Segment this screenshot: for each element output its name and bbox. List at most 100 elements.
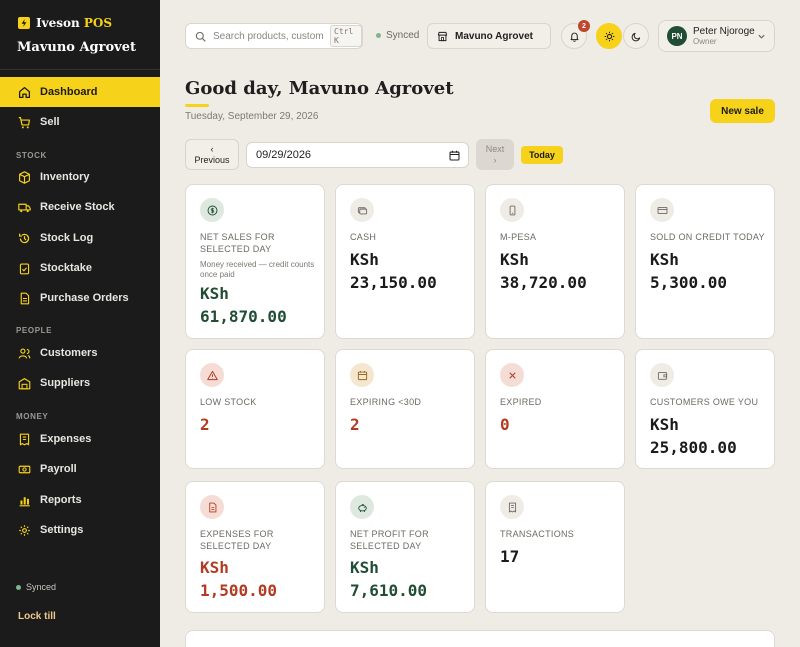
clipboard-check-icon (19, 262, 30, 274)
sidebar-item-suppliers[interactable]: Suppliers (0, 368, 160, 398)
avatar: PN (667, 26, 687, 46)
today-button[interactable]: Today (521, 146, 563, 164)
sidebar-item-receive-stock[interactable]: Receive Stock (0, 192, 160, 222)
sidebar-item-label: Dashboard (40, 86, 98, 98)
card-label: EXPENSES FOR SELECTED DAY (200, 529, 274, 551)
store-selector-label: Mavuno Agrovet (455, 30, 533, 42)
search-input[interactable] (213, 30, 323, 42)
sidebar-item-dashboard[interactable]: Dashboard (0, 77, 160, 107)
cash-icon (350, 198, 374, 222)
document-icon (20, 292, 30, 304)
gear-icon (19, 524, 30, 536)
lock-till-button[interactable]: Lock till (18, 611, 56, 622)
topbar-sync-status: Synced (376, 30, 419, 41)
sidebar: Iveson POS Mavuno Agrovet Dashboard Sell… (0, 0, 160, 647)
sidebar-sync-label: Synced (26, 582, 57, 592)
next-day-label: Next (485, 143, 505, 154)
card-amount: 61,870.00 (200, 307, 287, 326)
card-amount: 25,800.00 (650, 438, 737, 457)
receipt-icon (19, 433, 30, 445)
section-stock: STOCK (16, 151, 47, 160)
expenses-card: EXPENSES FOR SELECTED DAY KSh 1,500.00 (185, 481, 325, 613)
sidebar-item-inventory[interactable]: Inventory (0, 162, 160, 192)
search-shortcut-hint: Ctrl K (330, 25, 362, 47)
notification-badge: 2 (578, 20, 590, 32)
sidebar-item-label: Stocktake (40, 262, 92, 274)
expiring-card: EXPIRING <30D 2 (335, 349, 475, 469)
dark-theme-button[interactable] (623, 23, 649, 49)
card-currency: KSh (650, 415, 679, 434)
user-menu[interactable]: PN Peter Njoroge Owner (658, 20, 775, 52)
sidebar-sync-status: Synced (16, 582, 56, 592)
card-currency: KSh (200, 558, 229, 577)
sidebar-item-stocktake[interactable]: Stocktake (0, 253, 160, 283)
sun-icon (604, 31, 614, 41)
sidebar-item-label: Sell (40, 116, 60, 128)
card-label: TRANSACTIONS (500, 529, 575, 539)
wallet-icon (650, 363, 674, 387)
phone-icon (500, 198, 524, 222)
card-currency: KSh (350, 558, 379, 577)
card-currency: KSh (500, 250, 529, 269)
sidebar-item-payroll[interactable]: Payroll (0, 454, 160, 484)
net-sales-card: NET SALES FOR SELECTED DAY Money receive… (185, 184, 325, 339)
sidebar-item-purchase-orders[interactable]: Purchase Orders (0, 283, 160, 313)
date-value: 09/29/2026 (256, 149, 312, 161)
sidebar-item-reports[interactable]: Reports (0, 485, 160, 515)
card-currency: KSh (650, 250, 679, 269)
previous-day-button[interactable]: ‹ Previous (185, 139, 239, 170)
sidebar-divider (0, 69, 160, 70)
light-theme-button[interactable] (596, 23, 622, 49)
date-picker[interactable]: 09/29/2026 (246, 142, 469, 168)
card-amount: 23,150.00 (350, 273, 437, 292)
banknote-icon (18, 465, 31, 473)
user-name: Peter Njoroge (693, 26, 755, 37)
card-label: EXPIRED (500, 397, 542, 407)
sidebar-item-label: Inventory (40, 171, 90, 183)
title-underline (185, 104, 209, 107)
card-subtext: Money received — credit counts once paid (200, 260, 315, 279)
sidebar-item-expenses[interactable]: Expenses (0, 424, 160, 454)
sidebar-item-label: Receive Stock (40, 201, 115, 213)
store-selector[interactable]: Mavuno Agrovet (427, 23, 551, 49)
card-label: NET PROFIT FOR SELECTED DAY (350, 529, 429, 551)
moon-icon (631, 32, 640, 41)
store-icon (437, 31, 448, 41)
receipt-icon (500, 495, 524, 519)
card-label: LOW STOCK (200, 397, 257, 407)
new-sale-button[interactable]: New sale (710, 99, 775, 123)
customers-owe-card: CUSTOMERS OWE YOU KSh 25,800.00 (635, 349, 775, 469)
notifications-button[interactable]: 2 (561, 20, 590, 49)
card-amount: 7,610.00 (350, 581, 428, 600)
page-date: Tuesday, September 29, 2026 (185, 111, 319, 122)
credit-card-icon (650, 198, 674, 222)
card-currency: KSh (350, 250, 379, 269)
users-icon (18, 347, 31, 359)
user-info: Peter Njoroge Owner (693, 26, 755, 46)
sidebar-item-customers[interactable]: Customers (0, 338, 160, 368)
sidebar-item-label: Reports (40, 494, 82, 506)
sidebar-item-sell[interactable]: Sell (0, 107, 160, 137)
calendar-icon[interactable] (449, 150, 460, 161)
brand: Iveson POS (18, 16, 112, 30)
bottom-panel (185, 630, 775, 647)
chevron-left-icon: ‹ (210, 143, 214, 154)
chevron-right-icon: › (493, 154, 497, 165)
sidebar-item-stock-log[interactable]: Stock Log (0, 223, 160, 253)
card-label: NET SALES FOR SELECTED DAY (200, 232, 275, 254)
search-icon (195, 31, 206, 42)
mpesa-card: M-PESA KSh 38,720.00 (485, 184, 625, 339)
sidebar-item-label: Payroll (40, 463, 77, 475)
transactions-card: TRANSACTIONS 17 (485, 481, 625, 613)
truck-icon (18, 203, 31, 212)
card-amount: 1,500.00 (200, 581, 278, 600)
bar-chart-icon (19, 496, 30, 506)
bell-icon (570, 32, 578, 42)
next-day-button[interactable]: Next › (476, 139, 514, 170)
topbar-sync-label: Synced (386, 30, 420, 41)
chevron-down-icon (758, 34, 765, 39)
sidebar-item-settings[interactable]: Settings (0, 515, 160, 545)
search-box[interactable]: Ctrl K (185, 23, 363, 49)
sidebar-store-name: Mavuno Agrovet (17, 40, 136, 55)
sync-dot-icon (376, 33, 381, 38)
